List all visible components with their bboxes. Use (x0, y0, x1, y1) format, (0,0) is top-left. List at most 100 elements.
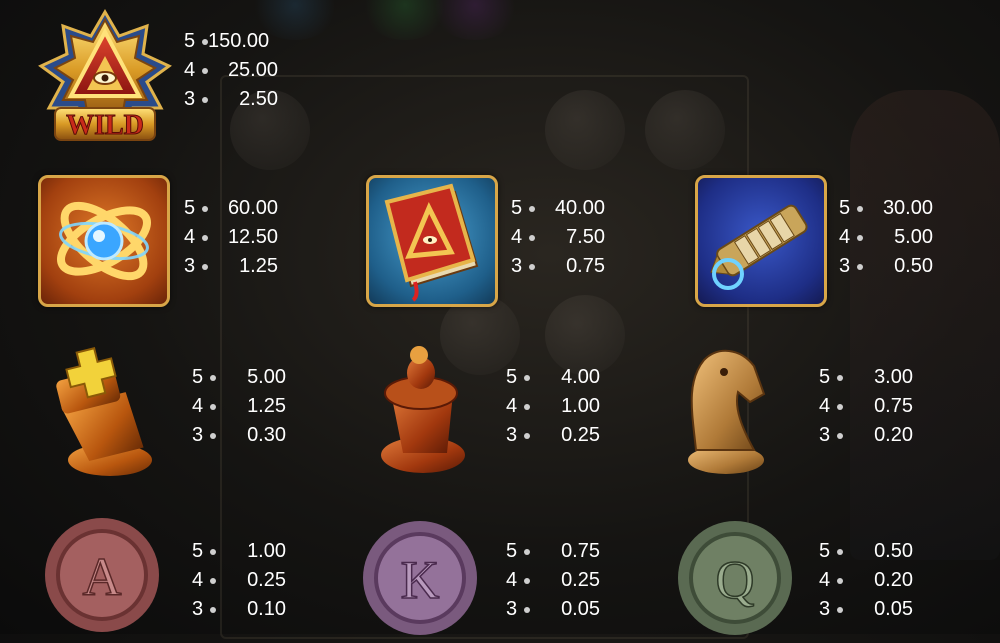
pawn-symbol (355, 343, 475, 483)
pay-bullet (837, 374, 843, 381)
pay-count: 5 (819, 366, 831, 388)
pay-value: 0.10 (247, 598, 286, 620)
wax-seal-a-icon: A (45, 518, 159, 632)
pay-value: 0.30 (247, 424, 286, 446)
pay-count: 4 (506, 395, 518, 417)
seal-a-symbol: A (42, 515, 162, 635)
pay-bullet (210, 577, 216, 584)
pay-count: 3 (819, 598, 831, 620)
king-symbol (38, 340, 158, 485)
pay-value: 0.25 (561, 569, 600, 591)
pay-count: 4 (184, 226, 196, 248)
wild-symbol: WILD (35, 8, 175, 148)
background-character (850, 90, 1000, 560)
pay-bullet (210, 374, 216, 381)
pay-bullet (202, 263, 208, 270)
pay-count: 5 (839, 197, 851, 219)
pay-count: 5 (819, 540, 831, 562)
pay-bullet (837, 577, 843, 584)
pay-value: 4.00 (561, 366, 600, 388)
pay-count: 4 (184, 59, 196, 81)
pay-count: 3 (511, 255, 523, 277)
pay-bullet (524, 374, 530, 381)
pay-value: 40.00 (554, 197, 605, 219)
seal-q-paytable: 5 0.50 4 0.20 3 0.05 (819, 537, 913, 624)
pay-value: 0.05 (561, 598, 600, 620)
pay-bullet (837, 432, 843, 439)
pay-bullet (524, 606, 530, 613)
pay-value: 0.20 (874, 424, 913, 446)
pay-value: 0.50 (874, 540, 913, 562)
cryptex-symbol (695, 175, 827, 307)
cryptex-icon (710, 204, 808, 290)
wild-eye-pyramid-icon: WILD (38, 9, 172, 142)
pay-value: 1.00 (561, 395, 600, 417)
pay-bullet (857, 205, 863, 212)
pay-count: 4 (192, 569, 204, 591)
chess-pawn-icon (381, 346, 465, 473)
pay-bullet (210, 432, 216, 439)
pay-bullet (837, 548, 843, 555)
wild-paytable: 5 150.00 4 25.00 3 2.50 (184, 27, 278, 114)
pay-count: 3 (192, 424, 204, 446)
pay-value: 7.50 (566, 226, 605, 248)
pay-value: 3.00 (874, 366, 913, 388)
chess-knight-icon (688, 349, 766, 474)
pay-value: 0.25 (561, 424, 600, 446)
pay-count: 3 (184, 255, 196, 277)
pay-count: 5 (506, 540, 518, 562)
pay-count: 4 (192, 395, 204, 417)
pay-bullet (837, 606, 843, 613)
pay-bullet (524, 577, 530, 584)
pay-count: 3 (506, 598, 518, 620)
pay-value: 0.20 (874, 569, 913, 591)
pay-count: 3 (506, 424, 518, 446)
pay-bullet (524, 548, 530, 555)
pay-value: 5.00 (247, 366, 286, 388)
background-coin (545, 90, 625, 170)
pay-count: 3 (192, 598, 204, 620)
seal-letter: K (401, 550, 440, 610)
pay-bullet (202, 67, 208, 74)
red-book-icon (384, 183, 479, 302)
pay-value: 30.00 (882, 197, 933, 219)
pay-bullet (202, 205, 208, 212)
wax-seal-k-icon: K (363, 521, 477, 635)
wild-label: WILD (66, 110, 144, 141)
pay-count: 4 (506, 569, 518, 591)
pay-count: 3 (839, 255, 851, 277)
pay-bullet (202, 96, 208, 103)
pay-value: 0.50 (894, 255, 933, 277)
pay-bullet (524, 432, 530, 439)
pay-bullet (529, 263, 535, 270)
background-purple-orb (430, 0, 520, 40)
pay-count: 5 (192, 366, 204, 388)
pay-value: 1.25 (239, 255, 278, 277)
pay-count: 5 (192, 540, 204, 562)
knight-paytable: 5 3.00 4 0.75 3 0.20 (819, 363, 913, 450)
pay-bullet (529, 234, 535, 241)
pay-value: 0.75 (561, 540, 600, 562)
pay-value: 1.25 (247, 395, 286, 417)
pay-bullet (857, 234, 863, 241)
pay-bullet (210, 548, 216, 555)
pay-count: 4 (819, 395, 831, 417)
pay-count: 5 (184, 30, 196, 52)
seal-letter: A (83, 547, 122, 607)
wax-seal-q-icon: Q (678, 521, 792, 635)
seal-k-symbol: K (360, 518, 480, 638)
pay-count: 4 (839, 226, 851, 248)
pay-value: 1.00 (247, 540, 286, 562)
book-symbol (366, 175, 498, 307)
pay-value: 5.00 (894, 226, 933, 248)
pay-value: 0.75 (566, 255, 605, 277)
pay-bullet (210, 403, 216, 410)
seal-a-paytable: 5 1.00 4 0.25 3 0.10 (192, 537, 286, 624)
armillary-symbol (38, 175, 170, 307)
seal-q-symbol: Q (675, 518, 795, 638)
king-paytable: 5 5.00 4 1.25 3 0.30 (192, 363, 286, 450)
pay-value: 2.50 (239, 88, 278, 110)
pay-bullet (837, 403, 843, 410)
pay-count: 5 (506, 366, 518, 388)
pay-value: 0.05 (874, 598, 913, 620)
